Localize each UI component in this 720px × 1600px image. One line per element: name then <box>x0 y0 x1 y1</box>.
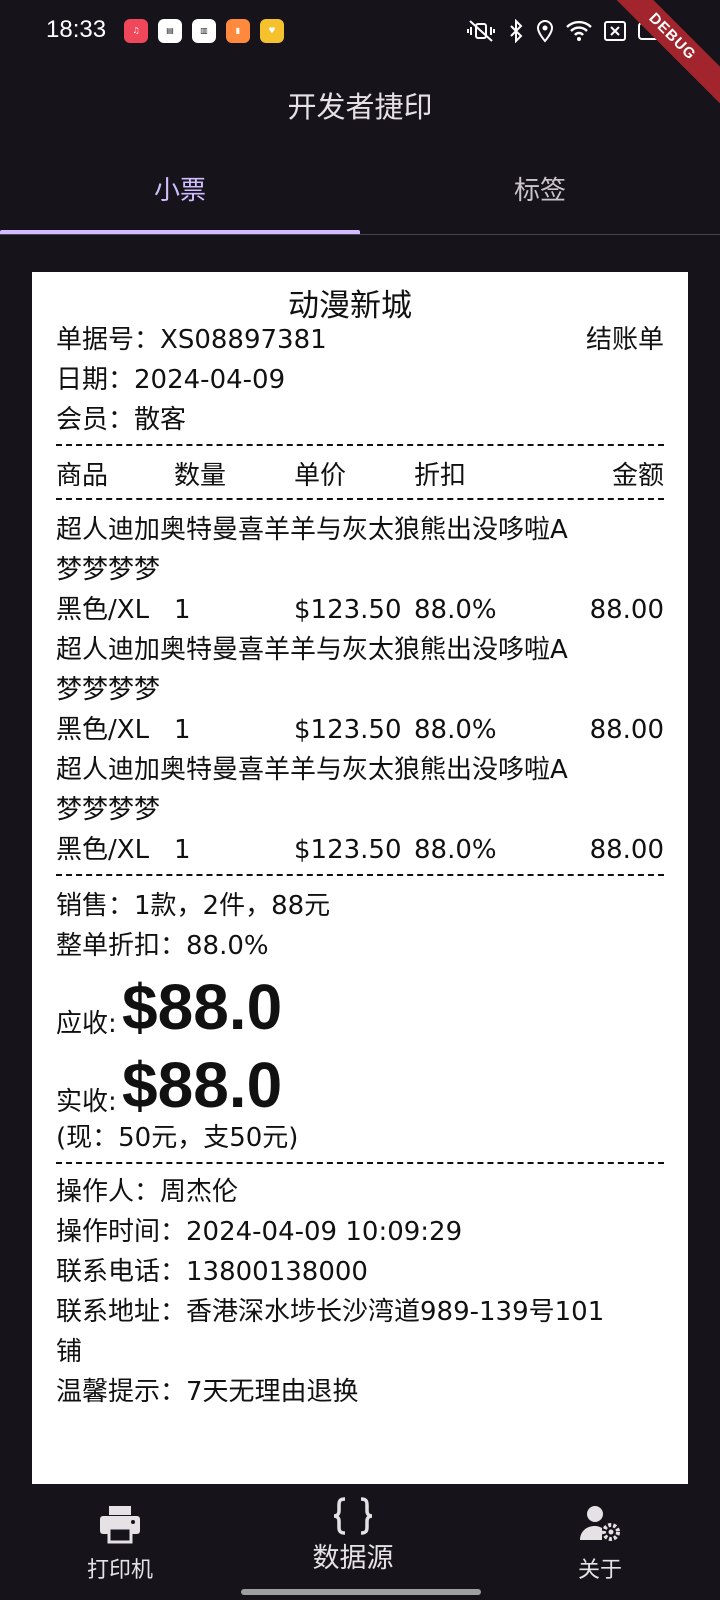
contact-phone: 联系电话：13800138000 <box>56 1257 368 1287</box>
page-title: 开发者捷印 <box>287 90 433 124</box>
item-discount: 88.0% <box>414 595 497 625</box>
news-app-icon-2: ▥ <box>192 19 216 43</box>
member-label: 会员： <box>56 405 135 435</box>
contact-address-continued: 铺 <box>56 1337 83 1367</box>
book-app-icon: ▮ <box>226 19 250 43</box>
date-row: 日期：2024-04-09 <box>56 360 664 400</box>
overall-discount: 整单折扣：88.0% <box>56 931 269 961</box>
item-price: $123.50 <box>294 835 402 865</box>
status-bar: 18:33 ♫ ▤ ▥ ▮ ♥ DEBUG <box>0 0 720 110</box>
column-header: 数量 <box>174 461 227 491</box>
item-name: 超人迪加奥特曼喜羊羊与灰太狼熊出没哆啦A <box>56 635 568 665</box>
nav-about[interactable]: 关于 <box>480 1484 720 1600</box>
item-name: 梦梦梦梦 <box>56 555 161 585</box>
news-app-icon: ▤ <box>158 19 182 43</box>
item-amount: 88.00 <box>589 835 664 865</box>
item-qty: 1 <box>174 835 191 865</box>
receivable-row: 应收: $88.0 <box>56 970 656 1043</box>
received-label: 实收: <box>56 1087 117 1117</box>
order-no: XS08897381 <box>160 325 327 355</box>
item-amount: 88.00 <box>589 715 664 745</box>
order-row: 单据号：XS08897381 结账单 <box>56 320 664 360</box>
tab-receipt[interactable]: 小票 <box>0 150 360 234</box>
coupon-app-icon: ♥ <box>260 19 284 43</box>
divider <box>56 444 664 446</box>
received-row: 实收: $88.0 <box>56 1048 656 1121</box>
braces-icon <box>233 1496 473 1540</box>
nav-printer[interactable]: 打印机 <box>0 1484 240 1600</box>
home-indicator[interactable] <box>241 1589 481 1595</box>
item-discount: 88.0% <box>414 835 497 865</box>
nav-label: 关于 <box>577 1558 622 1583</box>
column-header: 商品 <box>56 461 109 491</box>
warm-tip: 温馨提示：7天无理由退换 <box>56 1377 359 1407</box>
bluetooth-icon <box>510 19 523 43</box>
music-app-icon: ♫ <box>124 19 148 43</box>
operator: 操作人：周杰伦 <box>56 1177 239 1207</box>
tab-label[interactable]: 标签 <box>360 150 720 234</box>
item-spec: 黑色/XL <box>56 715 150 745</box>
payment-note: (现：50元，支50元) <box>56 1123 299 1153</box>
wifi-icon <box>566 20 592 41</box>
column-header: 折扣 <box>414 461 467 491</box>
mute-vibrate-icon <box>467 20 495 42</box>
bottom-navigation: 打印机 数据源 关于 <box>0 1484 720 1600</box>
item-name: 梦梦梦梦 <box>56 675 161 705</box>
receivable-label: 应收: <box>56 1009 117 1039</box>
item-name: 超人迪加奥特曼喜羊羊与灰太狼熊出没哆啦A <box>56 755 568 785</box>
item-name: 梦梦梦梦 <box>56 795 161 825</box>
item-qty: 1 <box>174 715 191 745</box>
nav-label: 数据源 <box>312 1543 394 1574</box>
status-time: 18:33 <box>46 16 107 43</box>
item-name: 超人迪加奥特曼喜羊羊与灰太狼熊出没哆啦A <box>56 515 568 545</box>
contact-address: 联系地址：香港深水埗长沙湾道989-139号101 <box>56 1297 605 1327</box>
system-icons <box>466 19 668 43</box>
tab-divider <box>0 234 720 235</box>
column-header: 单价 <box>294 461 347 491</box>
nav-label: 打印机 <box>86 1558 153 1583</box>
member-row: 会员：散客 <box>56 400 664 440</box>
date-value: 2024-04-09 <box>134 365 286 395</box>
item-amount: 88.00 <box>589 595 664 625</box>
sim-icon <box>604 21 626 41</box>
date-label: 日期： <box>56 365 135 395</box>
item-spec: 黑色/XL <box>56 595 150 625</box>
order-no-label: 单据号： <box>56 325 161 355</box>
doc-type: 结账单 <box>585 325 664 355</box>
receipt-preview: 动漫新城 单据号：XS08897381 结账单 日期：2024-04-09 会员… <box>32 272 688 1484</box>
operate-time: 操作时间：2024-04-09 10:09:29 <box>56 1217 463 1247</box>
item-price: $123.50 <box>294 715 402 745</box>
divider <box>56 874 664 876</box>
shop-name: 动漫新城 <box>288 288 412 324</box>
divider <box>56 498 664 500</box>
item-discount: 88.0% <box>414 715 497 745</box>
user-settings-icon <box>480 1504 720 1548</box>
divider <box>56 1162 664 1164</box>
member-value: 散客 <box>134 405 187 435</box>
location-icon <box>536 20 554 43</box>
item-qty: 1 <box>174 595 191 625</box>
item-price: $123.50 <box>294 595 402 625</box>
tab-bar: 小票 标签 <box>0 150 720 240</box>
item-spec: 黑色/XL <box>56 835 150 865</box>
nav-data-source[interactable]: 数据源 <box>233 1484 473 1600</box>
notification-icons: ♫ ▤ ▥ ▮ ♥ <box>124 19 284 43</box>
column-header: 金额 <box>611 461 664 491</box>
printer-icon <box>0 1504 240 1548</box>
receivable-amount: $88.0 <box>122 971 283 1043</box>
sales-summary: 销售：1款，2件，88元 <box>56 891 331 921</box>
received-amount: $88.0 <box>122 1049 283 1121</box>
